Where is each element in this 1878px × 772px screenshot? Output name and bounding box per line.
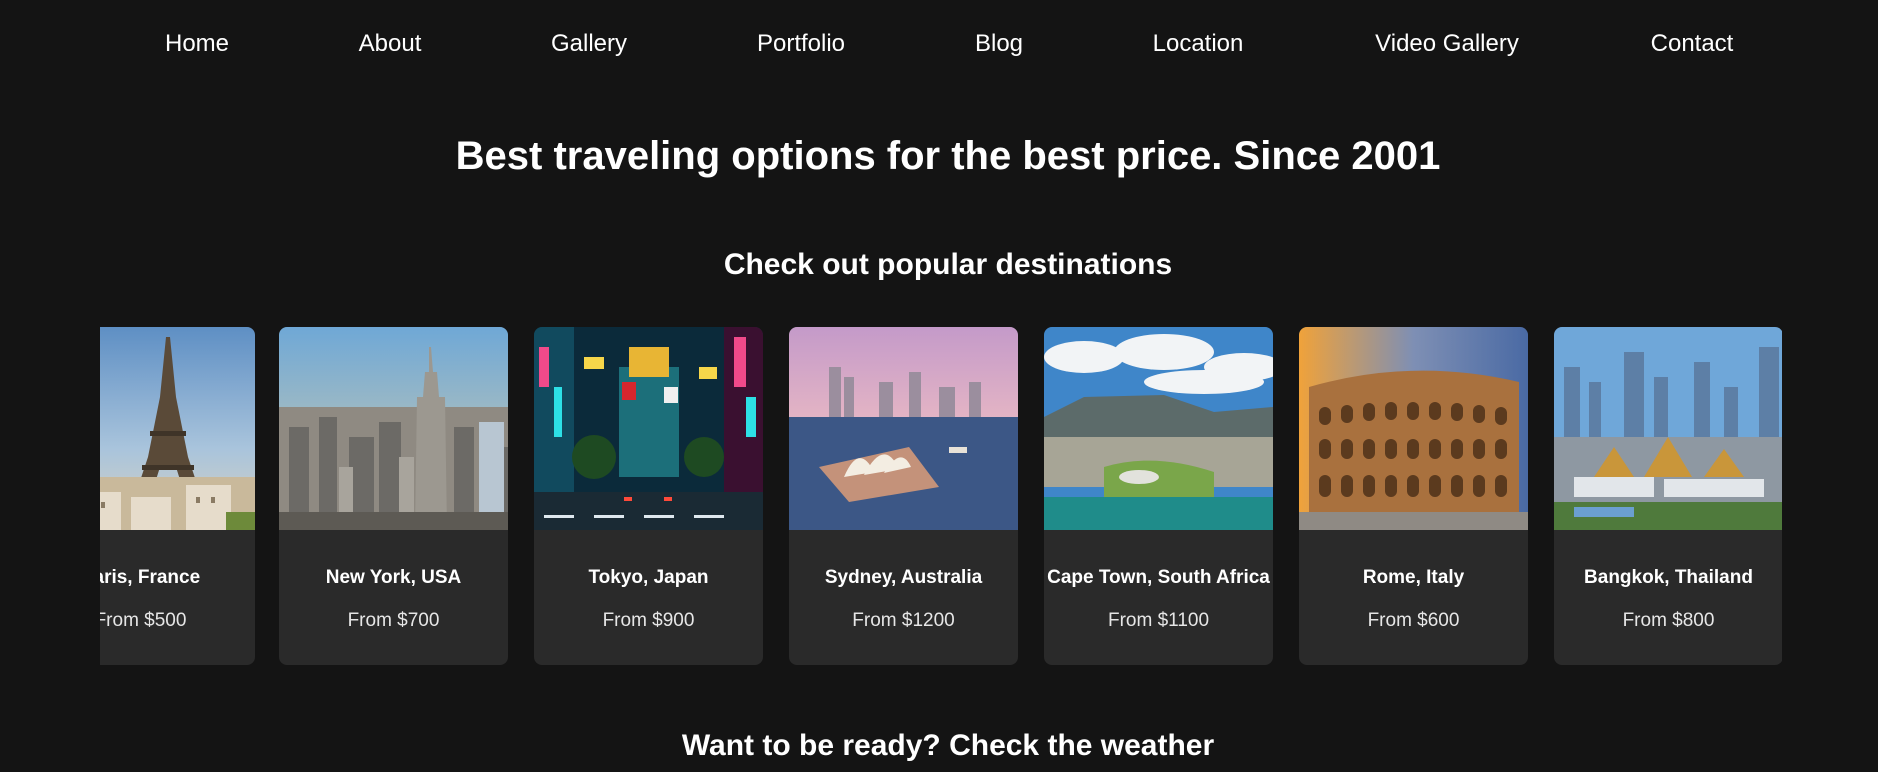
new-york-skyline-photo xyxy=(279,327,508,530)
destination-price: From $600 xyxy=(1367,610,1460,631)
nav-home-link[interactable]: Home xyxy=(165,30,229,58)
nav-portfolio-link[interactable]: Portfolio xyxy=(757,30,845,58)
nav-location-link[interactable]: Location xyxy=(1153,30,1244,58)
nav-blog-link[interactable]: Blog xyxy=(975,30,1023,58)
destination-card-tokyo[interactable]: Tokyo, Japan From $900 xyxy=(534,327,763,665)
hero-title: Best traveling options for the best pric… xyxy=(455,134,1441,178)
colosseum-photo xyxy=(1299,327,1528,530)
destination-city: Rome, Italy xyxy=(1362,567,1465,588)
destination-price: From $700 xyxy=(347,610,440,631)
destination-card-paris[interactable]: Paris, France From $500 xyxy=(100,327,255,665)
bangkok-skyline-photo xyxy=(1554,327,1782,530)
destination-city: Cape Town, South Africa xyxy=(1047,567,1270,588)
destination-card-new-york[interactable]: New York, USA From $700 xyxy=(279,327,508,665)
destinations-carousel[interactable]: Paris, France From $500 xyxy=(100,327,1782,665)
sydney-opera-house-photo xyxy=(789,327,1018,530)
destination-price: From $900 xyxy=(602,610,695,631)
destination-price: From $500 xyxy=(100,610,187,631)
destination-price: From $1100 xyxy=(1107,610,1210,631)
destination-price: From $1200 xyxy=(852,610,955,631)
destination-city: Paris, France xyxy=(100,567,201,588)
nav-about-link[interactable]: About xyxy=(359,30,422,58)
nav-video-gallery-link[interactable]: Video Gallery xyxy=(1375,30,1519,58)
nav-gallery-link[interactable]: Gallery xyxy=(551,30,627,58)
destination-city: Tokyo, Japan xyxy=(588,567,709,588)
destination-card-sydney[interactable]: Sydney, Australia From $1200 xyxy=(789,327,1018,665)
destination-city: Bangkok, Thailand xyxy=(1584,567,1753,588)
eiffel-tower-photo xyxy=(100,327,255,530)
tokyo-shibuya-night-photo xyxy=(534,327,763,530)
destination-card-bangkok[interactable]: Bangkok, Thailand From $800 xyxy=(1554,327,1782,665)
destination-card-cape-town[interactable]: Cape Town, South Africa From $1100 xyxy=(1044,327,1273,665)
top-navigation: Home About Gallery Portfolio Blog Locati… xyxy=(0,0,1878,90)
destination-city: Sydney, Australia xyxy=(824,567,983,588)
destinations-heading: Check out popular destinations xyxy=(723,248,1173,281)
destination-price: From $800 xyxy=(1622,610,1715,631)
destination-city: New York, USA xyxy=(325,567,462,588)
destination-card-rome[interactable]: Rome, Italy From $600 xyxy=(1299,327,1528,665)
table-mountain-photo xyxy=(1044,327,1273,530)
weather-heading: Want to be ready? Check the weather xyxy=(681,729,1215,762)
nav-contact-link[interactable]: Contact xyxy=(1651,30,1734,58)
